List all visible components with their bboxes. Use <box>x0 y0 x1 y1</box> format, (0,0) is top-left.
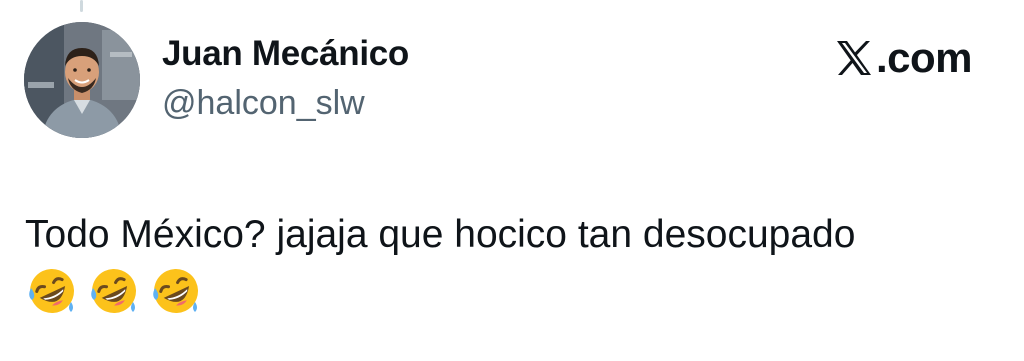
emoji-row <box>27 266 201 316</box>
x-logo-icon <box>836 41 871 75</box>
site-domain: .com <box>875 34 973 81</box>
rolling-on-floor-laughing-icon <box>29 269 74 313</box>
mechanic-avatar-icon <box>24 22 140 138</box>
rolling-on-floor-laughing-icon <box>91 269 136 313</box>
author-display-name[interactable]: Juan Mecánico <box>162 34 409 74</box>
thread-connector-line <box>80 0 83 12</box>
author-handle[interactable]: @halcon_slw <box>162 84 365 123</box>
tweet-text: Todo México? jajaja que hocico tan desoc… <box>25 213 856 256</box>
avatar[interactable] <box>24 22 140 138</box>
site-badge: .com <box>834 34 973 82</box>
rolling-on-floor-laughing-icon <box>153 269 198 313</box>
